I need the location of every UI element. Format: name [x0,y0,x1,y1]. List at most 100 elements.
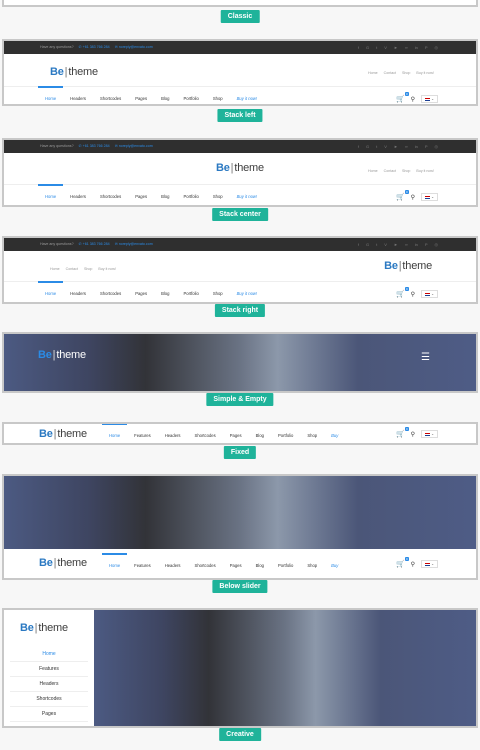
social-icon[interactable]: in [415,242,418,247]
hamburger-menu-icon[interactable]: ☰ [421,352,430,363]
social-icon[interactable]: t [376,144,377,149]
language-select[interactable]: ⌄ [421,95,438,103]
social-icon[interactable]: V [384,45,387,50]
secondary-link[interactable]: Contact [66,267,78,271]
menu-item-blog[interactable]: Blog [154,291,176,296]
menu-item-home[interactable]: Home [38,281,64,296]
social-icon[interactable]: t [376,242,377,247]
secondary-link[interactable]: Shop [402,169,410,173]
menu-item-headers[interactable]: Headers [158,433,188,438]
menu-item-shortcodes[interactable]: Shortcodes [93,194,128,199]
secondary-link[interactable]: Shop [402,71,410,75]
menu-item-shortcodes[interactable]: Shortcodes [188,563,223,568]
social-icon[interactable]: ∞ [405,144,408,149]
cart-icon[interactable]: 🛒 0 [396,92,409,103]
social-icon[interactable]: V [384,144,387,149]
menu-item-blog[interactable]: Blog [249,433,271,438]
secondary-link[interactable]: Buy it now! [416,71,434,75]
social-icon[interactable]: f [358,45,359,50]
social-icon[interactable]: P [425,144,428,149]
social-icon[interactable]: ► [394,242,398,247]
menu-item-shop[interactable]: Shop [300,433,324,438]
menu-item-buy-it-now[interactable]: Buy it now! [230,96,264,101]
social-icon[interactable]: ∞ [405,45,408,50]
menu-item-buy-it-now[interactable]: Buy it now! [230,291,264,296]
search-icon[interactable]: ⚲ [411,561,415,568]
menu-item-buy[interactable]: Buy [324,563,345,568]
sidebar-item-headers[interactable]: Headers [10,677,88,692]
social-icon[interactable]: in [415,144,418,149]
menu-item-shortcodes[interactable]: Shortcodes [188,433,223,438]
menu-item-pages[interactable]: Pages [223,433,249,438]
menu-item-home[interactable]: Home [38,184,64,199]
logo[interactable]: Be|theme [39,428,87,440]
language-select[interactable]: ⌄ [421,290,438,298]
menu-item-portfolio[interactable]: Portfolio [271,563,300,568]
menu-item-shop[interactable]: Shop [206,194,230,199]
social-icon[interactable]: ► [394,45,398,50]
menu-item-blog[interactable]: Blog [249,563,271,568]
social-icon[interactable]: f [358,144,359,149]
social-icon[interactable]: P [425,242,428,247]
secondary-link[interactable]: Home [368,169,378,173]
social-icon[interactable]: ◎ [435,45,439,50]
menu-item-headers[interactable]: Headers [158,563,188,568]
logo[interactable]: Be|theme [20,622,68,634]
menu-item-buy[interactable]: Buy [324,433,345,438]
language-select[interactable]: ⌄ [421,193,438,201]
secondary-link[interactable]: Home [368,71,378,75]
logo[interactable]: Be|theme [216,162,264,174]
social-icon[interactable]: ∞ [405,242,408,247]
menu-item-portfolio[interactable]: Portfolio [176,291,205,296]
social-icon[interactable]: ◎ [435,144,439,149]
cart-icon[interactable]: 🛒 0 [396,427,409,438]
menu-item-headers[interactable]: Headers [63,96,93,101]
menu-item-pages[interactable]: Pages [223,563,249,568]
phone-link[interactable]: ✆ +61 383 766 284 [79,45,110,49]
search-icon[interactable]: ⚲ [411,431,415,438]
secondary-link[interactable]: Buy it now! [98,267,116,271]
cart-icon[interactable]: 🛒 0 [396,287,409,298]
menu-item-portfolio[interactable]: Portfolio [271,433,300,438]
search-icon[interactable]: ⚲ [411,291,415,298]
menu-item-shop[interactable]: Shop [206,96,230,101]
sidebar-item-shortcodes[interactable]: Shortcodes [10,692,88,707]
menu-item-shortcodes[interactable]: Shortcodes [93,96,128,101]
menu-item-portfolio[interactable]: Portfolio [176,96,205,101]
menu-item-home[interactable]: Home [102,424,128,438]
secondary-link[interactable]: Home [50,267,60,271]
logo[interactable]: Be|theme [50,66,98,78]
sidebar-item-home[interactable]: Home [10,647,88,662]
secondary-link[interactable]: Buy it now! [416,169,434,173]
social-icon[interactable]: V [384,242,387,247]
cart-icon[interactable]: 🛒 0 [396,557,409,568]
search-icon[interactable]: ⚲ [411,96,415,103]
menu-item-portfolio[interactable]: Portfolio [176,194,205,199]
cart-icon[interactable]: 🛒 0 [396,190,409,201]
sidebar-item-features[interactable]: Features [10,662,88,677]
menu-item-headers[interactable]: Headers [63,194,93,199]
menu-item-pages[interactable]: Pages [128,194,154,199]
menu-item-pages[interactable]: Pages [128,96,154,101]
social-icon[interactable]: P [425,45,428,50]
menu-item-features[interactable]: Features [127,433,158,438]
social-icon[interactable]: in [415,45,418,50]
social-icon[interactable]: t [376,45,377,50]
social-icon[interactable]: G [366,242,369,247]
language-select[interactable]: ⌄ [421,560,438,568]
language-select[interactable]: ⌄ [421,430,438,438]
email-link[interactable]: ✉ noreply@envato.com [115,45,153,49]
secondary-link[interactable]: Contact [384,169,396,173]
search-icon[interactable]: ⚲ [411,194,415,201]
secondary-link[interactable]: Contact [384,71,396,75]
sidebar-item-pages[interactable]: Pages [10,707,88,722]
logo[interactable]: Be|theme [38,349,86,361]
social-icon[interactable]: G [366,45,369,50]
menu-item-shop[interactable]: Shop [206,291,230,296]
secondary-link[interactable]: Shop [84,267,92,271]
menu-item-buy-it-now[interactable]: Buy it now! [230,194,264,199]
social-icon[interactable]: ◎ [435,242,439,247]
social-icon[interactable]: ► [394,144,398,149]
menu-item-features[interactable]: Features [127,563,158,568]
menu-item-headers[interactable]: Headers [63,291,93,296]
